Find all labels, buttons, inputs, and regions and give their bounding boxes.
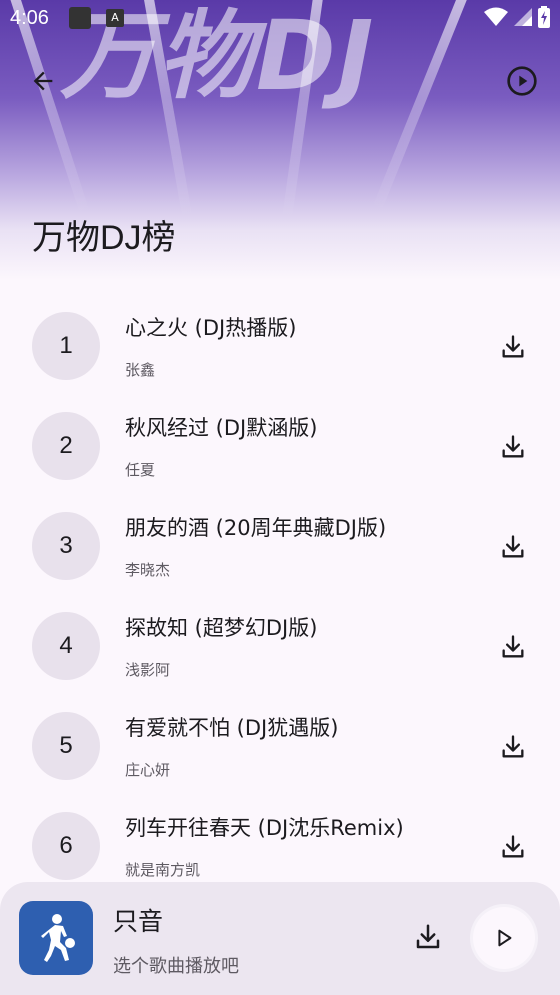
album-cover[interactable]	[19, 901, 93, 975]
rank-badge: 6	[32, 812, 100, 880]
download-icon	[502, 535, 524, 558]
arrow-back-icon	[33, 71, 53, 91]
song-artist: 庄心妍	[125, 761, 171, 779]
page-title: 万物DJ榜	[32, 219, 176, 257]
song-artist: 任夏	[125, 461, 156, 479]
song-title: 朋友的酒 (20周年典藏DJ版)	[125, 516, 387, 540]
download-icon	[502, 435, 524, 458]
download-button[interactable]	[496, 530, 530, 564]
song-list: 1 心之火 (DJ热播版) 张鑫 2 秋风经过 (DJ默涵版) 任夏 3 朋友的…	[0, 300, 560, 900]
download-icon	[502, 735, 524, 758]
rank-badge: 1	[32, 312, 100, 380]
download-button[interactable]	[496, 430, 530, 464]
rank-badge: 2	[32, 412, 100, 480]
song-title: 有爱就不怕 (DJ犹遇版)	[125, 716, 339, 740]
wifi-icon	[484, 7, 508, 26]
play-all-button[interactable]	[502, 61, 542, 101]
download-icon	[502, 835, 524, 858]
song-title: 探故知 (超梦幻DJ版)	[125, 616, 318, 640]
song-row[interactable]: 4 探故知 (超梦幻DJ版) 浅影阿	[0, 600, 560, 700]
player-download-button[interactable]	[410, 919, 446, 955]
song-title: 心之火 (DJ热播版)	[125, 316, 297, 340]
download-button[interactable]	[496, 330, 530, 364]
download-button[interactable]	[496, 830, 530, 864]
download-icon	[416, 924, 440, 949]
back-button[interactable]	[23, 61, 63, 101]
notification-a-icon: A	[106, 9, 124, 27]
song-row[interactable]: 1 心之火 (DJ热播版) 张鑫	[0, 300, 560, 400]
player-subtitle: 选个歌曲播放吧	[113, 956, 239, 977]
download-button[interactable]	[496, 730, 530, 764]
song-title: 秋风经过 (DJ默涵版)	[125, 416, 318, 440]
download-icon	[502, 335, 524, 358]
player-title: 只音	[113, 907, 164, 936]
song-row[interactable]: 3 朋友的酒 (20周年典藏DJ版) 李晓杰	[0, 500, 560, 600]
song-artist: 就是南方凯	[125, 861, 201, 879]
cell-signal-icon	[514, 8, 532, 26]
player-play-button[interactable]	[473, 907, 535, 969]
status-time: 4:06	[10, 7, 49, 29]
battery-icon	[538, 6, 550, 28]
song-artist: 浅影阿	[125, 661, 171, 679]
song-row[interactable]: 2 秋风经过 (DJ默涵版) 任夏	[0, 400, 560, 500]
status-bar: 4:06 A	[0, 0, 560, 38]
play-icon	[498, 929, 512, 947]
song-row[interactable]: 5 有爱就不怕 (DJ犹遇版) 庄心妍	[0, 700, 560, 800]
status-icons	[484, 6, 550, 28]
download-button[interactable]	[496, 630, 530, 664]
song-artist: 张鑫	[125, 361, 156, 379]
song-title: 列车开往春天 (DJ沈乐Remix)	[125, 816, 404, 840]
basketball-player-icon	[41, 914, 75, 962]
download-icon	[502, 635, 524, 658]
rank-badge: 3	[32, 512, 100, 580]
song-artist: 李晓杰	[125, 561, 171, 579]
mini-player[interactable]: 只音 选个歌曲播放吧	[0, 882, 560, 995]
play-circle-icon	[507, 66, 537, 96]
rank-badge: 5	[32, 712, 100, 780]
rank-badge: 4	[32, 612, 100, 680]
notification-app-icon	[69, 7, 91, 29]
